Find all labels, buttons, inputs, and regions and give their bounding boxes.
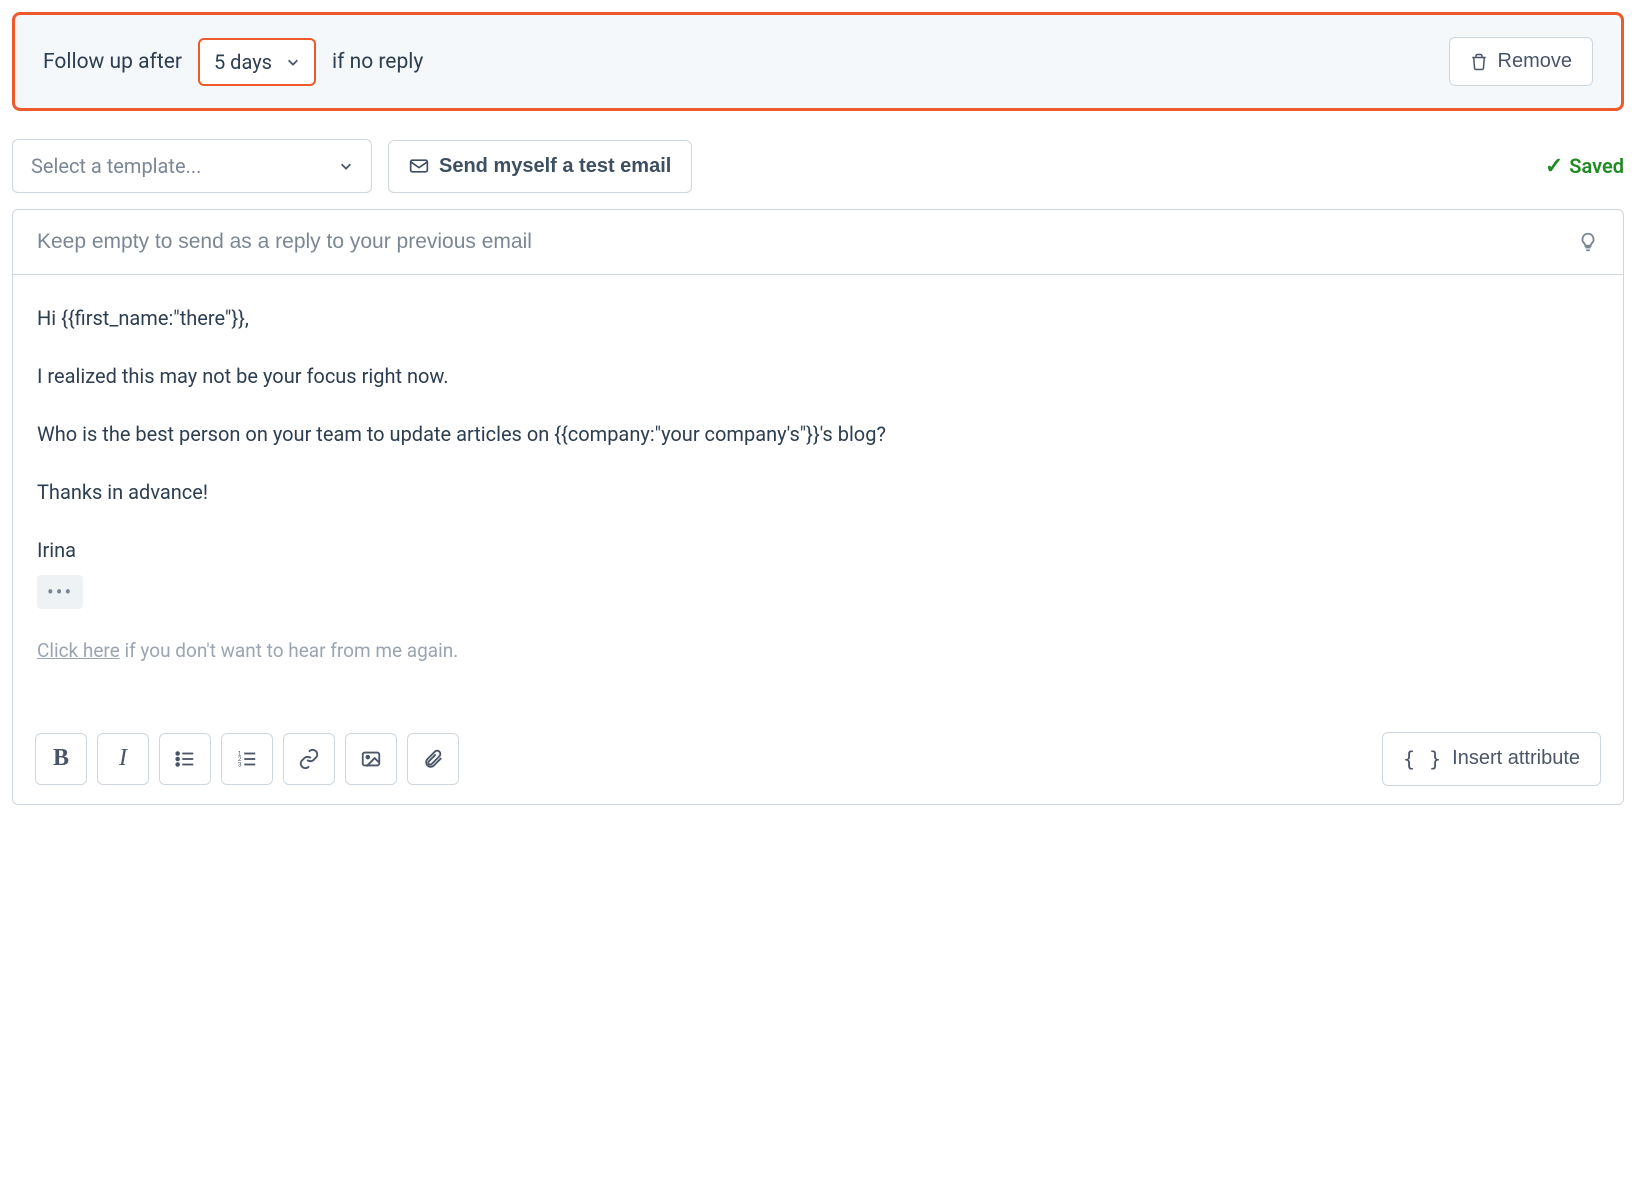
send-test-email-button[interactable]: Send myself a test email [388, 140, 692, 193]
numbered-list-icon: 1 2 3 [236, 748, 258, 770]
bold-button[interactable]: B [35, 733, 87, 785]
email-body[interactable]: Hi {{first_name:"there"}}, I realized th… [13, 275, 1623, 714]
template-row: Select a template... Send myself a test … [12, 139, 1624, 193]
unsubscribe-link[interactable]: Click here [37, 639, 120, 662]
bullet-list-button[interactable] [159, 733, 211, 785]
envelope-icon [409, 157, 429, 175]
follow-up-banner: Follow up after 5 days if no reply Remov… [12, 12, 1624, 111]
saved-indicator: ✓ Saved [1545, 154, 1624, 179]
editor-container: Hi {{first_name:"there"}}, I realized th… [12, 209, 1624, 805]
bullet-list-icon [174, 748, 196, 770]
insert-attribute-button[interactable]: { } Insert attribute [1382, 732, 1601, 786]
check-icon: ✓ [1545, 154, 1563, 179]
unsubscribe-line: Click here if you don't want to hear fro… [37, 637, 1599, 666]
unsubscribe-rest: if you don't want to hear from me again. [120, 639, 458, 662]
body-line-4: Thanks in advance! [37, 477, 1599, 507]
follow-up-days-select[interactable]: 5 days [198, 38, 316, 86]
numbered-list-button[interactable]: 1 2 3 [221, 733, 273, 785]
body-line-3: Who is the best person on your team to u… [37, 419, 1599, 449]
trash-icon [1470, 53, 1488, 71]
remove-button-label: Remove [1498, 50, 1572, 73]
braces-icon: { } [1403, 747, 1442, 771]
chevron-down-icon [286, 55, 300, 69]
lightbulb-icon[interactable] [1577, 231, 1599, 253]
link-icon [298, 748, 320, 770]
signature-expand-toggle[interactable]: ••• [37, 575, 83, 609]
follow-up-label-left: Follow up after [43, 50, 182, 74]
remove-button[interactable]: Remove [1449, 37, 1593, 86]
template-select-placeholder: Select a template... [31, 154, 201, 178]
body-signature: Irina [37, 535, 1599, 565]
subject-input[interactable] [37, 230, 1577, 254]
link-button[interactable] [283, 733, 335, 785]
attachment-button[interactable] [407, 733, 459, 785]
body-line-2: I realized this may not be your focus ri… [37, 361, 1599, 391]
subject-line [13, 210, 1623, 275]
editor-toolbar: B I 1 2 3 [13, 714, 1623, 804]
follow-up-days-value: 5 days [214, 50, 272, 74]
image-button[interactable] [345, 733, 397, 785]
paperclip-icon [422, 748, 444, 770]
image-icon [360, 748, 382, 770]
send-test-email-label: Send myself a test email [439, 155, 671, 178]
body-line-greeting: Hi {{first_name:"there"}}, [37, 303, 1599, 333]
follow-up-label-right: if no reply [332, 50, 423, 74]
chevron-down-icon [339, 159, 353, 173]
svg-text:3: 3 [238, 761, 242, 768]
italic-button[interactable]: I [97, 733, 149, 785]
insert-attribute-label: Insert attribute [1452, 747, 1580, 770]
saved-label: Saved [1569, 154, 1624, 178]
template-select[interactable]: Select a template... [12, 139, 372, 193]
